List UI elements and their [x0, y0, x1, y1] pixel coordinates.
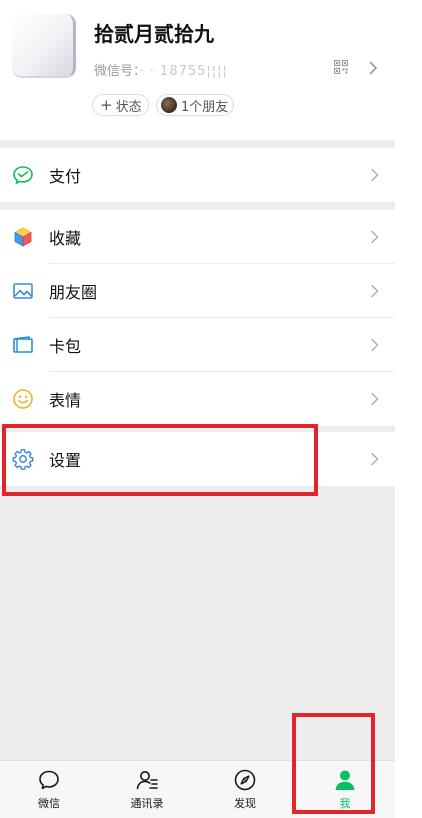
add-status-button[interactable]: + 状态 — [92, 94, 149, 116]
chevron-right-icon — [370, 230, 379, 244]
menu-item-pay[interactable]: 支付 — [0, 148, 395, 202]
qr-code-icon[interactable] — [334, 60, 348, 74]
favorites-label: 收藏 — [49, 229, 82, 248]
tab-chats-label: 微信 — [38, 797, 60, 810]
tab-discover-label: 发现 — [234, 797, 256, 810]
cards-label: 卡包 — [49, 337, 82, 356]
friends-status-button[interactable]: 1个朋友 — [156, 94, 234, 116]
menu-item-moments[interactable]: 朋友圈 — [0, 264, 395, 318]
me-tab-highlight-box — [292, 713, 375, 814]
pay-label: 支付 — [49, 167, 82, 186]
tab-chats[interactable]: 微信 — [0, 761, 98, 818]
card-wallet-icon — [13, 336, 33, 353]
status-label: 状态 — [115, 99, 142, 115]
menu-group-pay: 支付 — [0, 148, 395, 202]
moments-picture-icon — [13, 283, 33, 299]
tab-discover[interactable]: 发现 — [196, 761, 294, 818]
wechat-id-value: · · 18755¦¦¦¦ — [139, 64, 228, 79]
chat-bubble-icon — [39, 770, 59, 790]
friend-avatar — [160, 96, 178, 114]
stickers-label: 表情 — [49, 391, 82, 410]
chevron-right-icon — [370, 168, 379, 182]
pay-icon — [13, 166, 33, 185]
chevron-right-icon — [370, 338, 379, 352]
chevron-right-icon — [370, 284, 379, 298]
me-page: 拾贰月贰拾九 微信号：· · 18755¦¦¦¦ + 状态 1个朋友 支付 收藏… — [0, 0, 395, 818]
moments-label: 朋友圈 — [49, 283, 98, 302]
compass-icon — [234, 769, 256, 791]
plus-icon: + — [100, 95, 113, 114]
avatar[interactable] — [12, 14, 76, 78]
chevron-right-icon[interactable] — [368, 60, 378, 76]
favorites-cube-icon — [14, 227, 32, 247]
contacts-icon — [136, 771, 158, 790]
sticker-smile-icon — [13, 389, 33, 409]
menu-item-cards[interactable]: 卡包 — [0, 318, 395, 372]
tab-contacts[interactable]: 通讯录 — [98, 761, 196, 818]
chevron-right-icon — [370, 392, 379, 406]
nickname: 拾贰月贰拾九 — [94, 22, 214, 46]
friends-label: 1个朋友 — [181, 99, 229, 115]
chevron-right-icon — [370, 452, 379, 466]
menu-item-stickers[interactable]: 表情 — [0, 372, 395, 426]
wechat-id: 微信号：· · 18755¦¦¦¦ — [94, 60, 228, 79]
settings-highlight-box — [2, 424, 318, 496]
menu-item-favorites[interactable]: 收藏 — [0, 210, 395, 264]
tab-contacts-label: 通讯录 — [130, 797, 164, 810]
wechat-id-label: 微信号： — [94, 64, 140, 79]
menu-group-services: 收藏 朋友圈 卡包 表情 — [0, 210, 395, 426]
profile-header[interactable]: 拾贰月贰拾九 微信号：· · 18755¦¦¦¦ + 状态 1个朋友 — [0, 0, 395, 140]
